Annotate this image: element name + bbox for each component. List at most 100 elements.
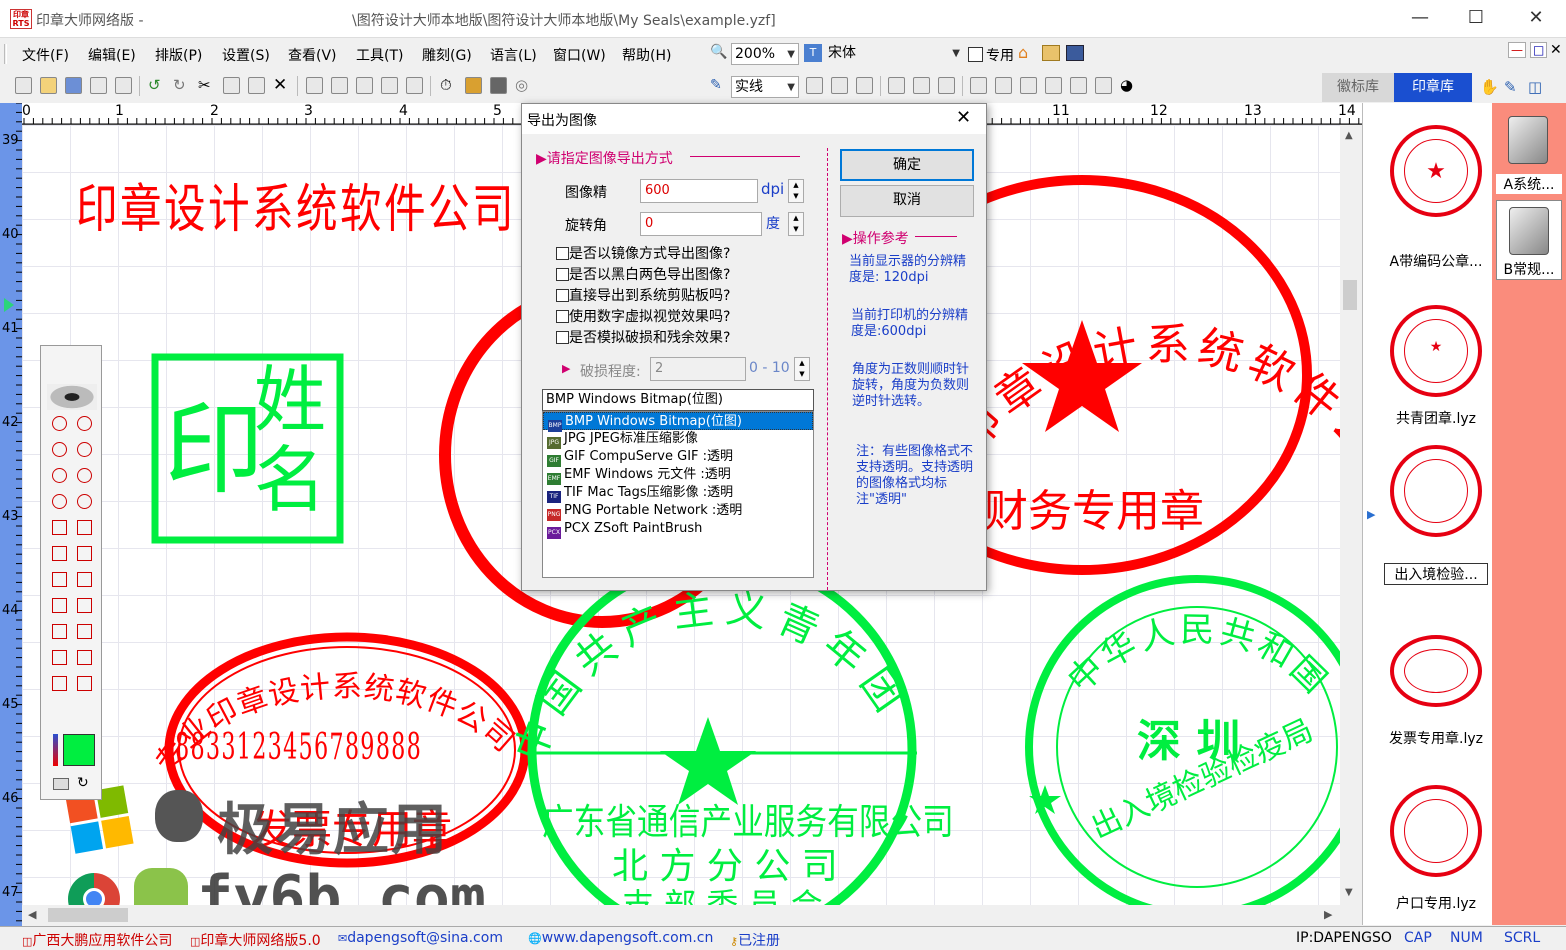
angle-spinner[interactable]: ▲ ▼ (788, 212, 804, 236)
eye-icon[interactable] (47, 384, 97, 410)
bold-icon[interactable] (806, 77, 823, 94)
scroll-thumb[interactable] (48, 908, 128, 922)
save-icon[interactable] (65, 77, 82, 94)
mirror-option[interactable]: 是否以镜像方式导出图像? (556, 243, 756, 263)
hand-icon[interactable]: ✋ (1480, 78, 1499, 96)
format-combo[interactable]: BMP Windows Bitmap(位图) (542, 389, 814, 411)
scroll-down-icon[interactable]: ▼ (1345, 887, 1353, 898)
mirror-checkbox[interactable] (556, 247, 569, 260)
strip-2-icon[interactable] (77, 676, 92, 691)
home-icon[interactable]: ⌂ (1018, 43, 1028, 62)
layout-e-icon[interactable] (52, 650, 67, 665)
close-button[interactable]: ✕ (1508, 0, 1564, 38)
bw-checkbox[interactable] (556, 268, 569, 281)
align-bottom-icon[interactable] (406, 77, 423, 94)
timer-icon[interactable]: ⏱ (440, 76, 452, 94)
folder-item[interactable]: A系统... (1496, 110, 1562, 200)
splitter[interactable]: ▶ (1362, 103, 1380, 925)
tag2-icon[interactable] (913, 77, 930, 94)
align-left-icon[interactable] (331, 77, 348, 94)
status-email[interactable]: ✉dapengsoft@sina.com (338, 930, 503, 946)
cancel-button[interactable]: 取消 (840, 185, 974, 217)
keyboard-icon[interactable] (53, 778, 69, 790)
menu-settings[interactable]: 设置(S) (222, 45, 270, 65)
align-right-icon[interactable] (356, 77, 373, 94)
rect-icon[interactable] (77, 520, 92, 535)
front-icon[interactable] (1070, 77, 1087, 94)
align-top-icon[interactable] (381, 77, 398, 94)
maximize-button[interactable]: ☐ (1448, 0, 1504, 38)
round-seal-icon[interactable] (77, 416, 92, 431)
select-icon[interactable] (970, 77, 987, 94)
seal-thumbnail[interactable]: 户口专用.lyz (1384, 773, 1488, 917)
dpi-spinner[interactable]: ▲ ▼ (788, 179, 804, 203)
tab-emblem-library[interactable]: 徽标库 (1322, 73, 1394, 102)
restore-doc-icon[interactable]: — (1508, 42, 1526, 58)
oval-seal-2-icon[interactable] (77, 442, 92, 457)
layout-d-icon[interactable] (77, 624, 92, 639)
menu-edit[interactable]: 编辑(E) (88, 45, 136, 65)
bw-option[interactable]: 是否以黑白两色导出图像? (556, 264, 756, 284)
scroll-right-icon[interactable]: ▶ (1324, 908, 1332, 921)
refresh-icon[interactable]: ↻ (77, 775, 89, 791)
scroll-left-icon[interactable]: ◀ (28, 908, 36, 921)
back-icon[interactable] (1095, 77, 1112, 94)
damage-input[interactable]: 2 (650, 357, 746, 381)
dpi-input[interactable]: 600 (640, 179, 758, 203)
new-icon[interactable] (15, 77, 32, 94)
pie-icon[interactable]: ◕ (1120, 76, 1133, 94)
tag3-icon[interactable] (938, 77, 955, 94)
strip-icon[interactable] (52, 676, 67, 691)
current-color-swatch[interactable] (63, 734, 95, 766)
seal-thumbnail[interactable]: ★ 共青团章.lyz (1384, 293, 1488, 432)
format-option[interactable]: GIF GIF CompuServe GIF :透明 (543, 448, 813, 467)
tab-seal-library[interactable]: 印章库 (1394, 73, 1472, 102)
line-style-select[interactable]: 实线 ▼ (731, 76, 799, 98)
layer-down-icon[interactable] (1045, 77, 1062, 94)
layout-a-icon[interactable] (52, 598, 67, 613)
copy-icon[interactable] (223, 77, 240, 94)
ok-button[interactable]: 确定 (840, 149, 974, 181)
menu-layout[interactable]: 排版(P) (155, 45, 202, 65)
pencil-icon[interactable]: ✎ (1504, 78, 1517, 96)
menu-view[interactable]: 查看(V) (288, 45, 337, 65)
layout-c-icon[interactable] (52, 624, 67, 639)
stamp-icon[interactable] (465, 77, 482, 94)
menu-help[interactable]: 帮助(H) (622, 45, 671, 65)
maximize-doc-icon[interactable]: □ (1530, 42, 1548, 58)
book-icon[interactable] (1042, 45, 1060, 61)
layout-f-icon[interactable] (77, 650, 92, 665)
grid-icon[interactable] (52, 494, 67, 509)
align-icon[interactable] (306, 77, 323, 94)
italic-icon[interactable] (831, 77, 848, 94)
damage-checkbox[interactable] (556, 331, 569, 344)
seal-thumbnail[interactable]: ★ A带编码公章... (1384, 113, 1488, 275)
undo-icon[interactable]: ↺ (148, 76, 161, 94)
clipboard-option[interactable]: 直接导出到系统剪贴板吗? (556, 285, 756, 305)
cut-icon[interactable]: ✂ (198, 76, 211, 94)
open-icon[interactable] (40, 77, 57, 94)
frame-icon[interactable] (856, 77, 873, 94)
target-icon[interactable]: ◎ (515, 76, 528, 94)
menu-window[interactable]: 窗口(W) (553, 45, 606, 65)
grid4-icon[interactable] (52, 572, 67, 587)
diamond-icon[interactable] (52, 546, 67, 561)
delete-icon[interactable]: ✕ (273, 75, 287, 95)
canvas-title-text[interactable]: 印章设计系统软件公司 (76, 167, 516, 242)
group-icon[interactable] (995, 77, 1012, 94)
print-icon[interactable] (115, 77, 132, 94)
menu-engrave[interactable]: 雕刻(G) (422, 45, 472, 65)
format-option[interactable]: TIF TIF Mac Tags压缩影像 :透明 (543, 484, 813, 503)
round-seal-star-icon[interactable] (52, 416, 67, 431)
ellipse-icon[interactable] (52, 468, 67, 483)
triangle-icon[interactable] (77, 546, 92, 561)
print-preview-icon[interactable] (90, 77, 107, 94)
scroll-up-icon[interactable]: ▲ (1345, 130, 1353, 141)
clipboard-checkbox[interactable] (556, 289, 569, 302)
redo-icon[interactable]: ↻ (173, 76, 186, 94)
virtual-option[interactable]: 使用数字虚拟视觉效果吗? (556, 306, 756, 326)
format-option[interactable]: PCX PCX ZSoft PaintBrush (543, 520, 813, 539)
seal-thumbnail[interactable]: 发票专用章.lyz (1384, 623, 1488, 752)
menu-file[interactable]: 文件(F) (22, 45, 69, 65)
format-list[interactable]: BMP BMP Windows Bitmap(位图) JPG JPG JPEG标准压缩… (542, 411, 814, 578)
